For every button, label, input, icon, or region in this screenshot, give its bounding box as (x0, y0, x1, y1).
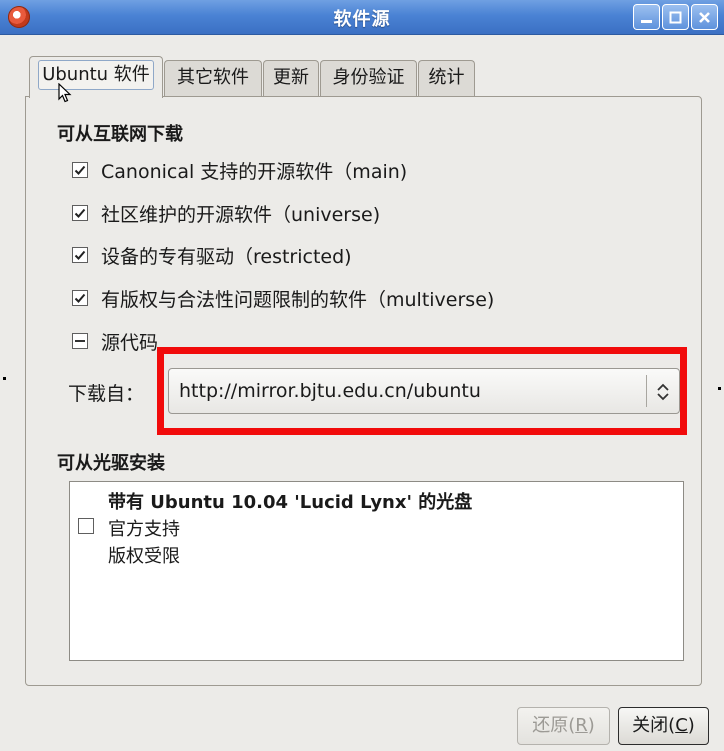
close-button[interactable] (691, 4, 718, 30)
cdrom-item-license: 版权受限 (108, 546, 180, 567)
tab-label: 身份验证 (332, 67, 405, 88)
cdrom-item-support: 官方支持 (108, 519, 180, 540)
checkmark-icon (74, 208, 86, 218)
checkmark-icon (74, 250, 86, 260)
minimize-icon (641, 19, 652, 23)
close-button-text: 关闭( (632, 715, 676, 736)
component-source-code[interactable]: 源代码 (72, 329, 159, 354)
edge-artifact (3, 377, 6, 380)
tab-other-software[interactable]: 其它软件 (164, 60, 262, 97)
component-label: Canonical 支持的开源软件（main) (101, 160, 408, 183)
download-from-label: 下载自： (68, 383, 145, 405)
component-label: 设备的专有驱动（restricted) (101, 245, 352, 268)
main-checkbox[interactable] (72, 162, 88, 178)
cdrom-list[interactable]: 带有 Ubuntu 10.04 'Lucid Lynx' 的光盘 官方支持 版权… (69, 481, 684, 661)
edge-artifact (718, 387, 721, 390)
component-restricted[interactable]: 设备的专有驱动（restricted) (72, 243, 352, 268)
tab-label: 更新 (273, 67, 309, 88)
mouse-pointer-icon (58, 83, 72, 103)
chevron-up-down-icon (657, 383, 669, 401)
download-server-value: http://mirror.bjtu.edu.cn/ubuntu (179, 380, 481, 402)
tab-label: 其它软件 (177, 67, 249, 88)
source-code-checkbox[interactable] (72, 333, 88, 349)
tab-ubuntu-software[interactable]: Ubuntu 软件 (29, 56, 163, 98)
tab-statistics[interactable]: 统计 (418, 60, 475, 97)
maximize-button[interactable] (662, 4, 689, 30)
component-multiverse[interactable]: 有版权与合法性问题限制的软件（multiverse) (72, 286, 495, 311)
multiverse-checkbox[interactable] (72, 290, 88, 306)
maximize-icon (669, 11, 682, 23)
revert-mnemonic: R (575, 715, 588, 736)
download-server-combo[interactable]: http://mirror.bjtu.edu.cn/ubuntu (168, 368, 680, 414)
universe-checkbox[interactable] (72, 205, 88, 221)
title-bar[interactable]: 软件源 (0, 0, 724, 35)
close-suffix: ) (687, 715, 695, 736)
checkmark-icon (74, 165, 86, 175)
combo-separator (646, 375, 647, 407)
close-mnemonic: C (675, 715, 688, 736)
checkmark-icon (74, 293, 86, 303)
revert-button-text: 还原( (532, 715, 576, 736)
cdrom-checkbox[interactable] (78, 518, 94, 534)
tab-label: Ubuntu 软件 (38, 60, 154, 90)
internet-section-heading: 可从互联网下载 (57, 124, 183, 145)
component-main[interactable]: Canonical 支持的开源软件（main) (72, 158, 408, 183)
restricted-checkbox[interactable] (72, 247, 88, 263)
cdrom-section-heading: 可从光驱安装 (57, 453, 165, 474)
revert-suffix: ) (587, 715, 595, 736)
minimize-button[interactable] (633, 4, 660, 30)
tab-label: 统计 (428, 67, 465, 88)
component-universe[interactable]: 社区维护的开源软件（universe) (72, 201, 381, 226)
tab-updates[interactable]: 更新 (263, 60, 319, 97)
component-label: 社区维护的开源软件（universe) (101, 203, 381, 226)
close-dialog-button[interactable]: 关闭(C) (618, 707, 709, 745)
component-label: 有版权与合法性问题限制的软件（multiverse) (101, 288, 495, 311)
revert-button[interactable]: 还原(R) (517, 707, 610, 745)
component-label: 源代码 (101, 331, 159, 354)
tab-authentication[interactable]: 身份验证 (320, 60, 417, 97)
cdrom-item-title: 带有 Ubuntu 10.04 'Lucid Lynx' 的光盘 (108, 492, 473, 513)
close-icon (699, 11, 710, 23)
window-title: 软件源 (333, 9, 391, 30)
